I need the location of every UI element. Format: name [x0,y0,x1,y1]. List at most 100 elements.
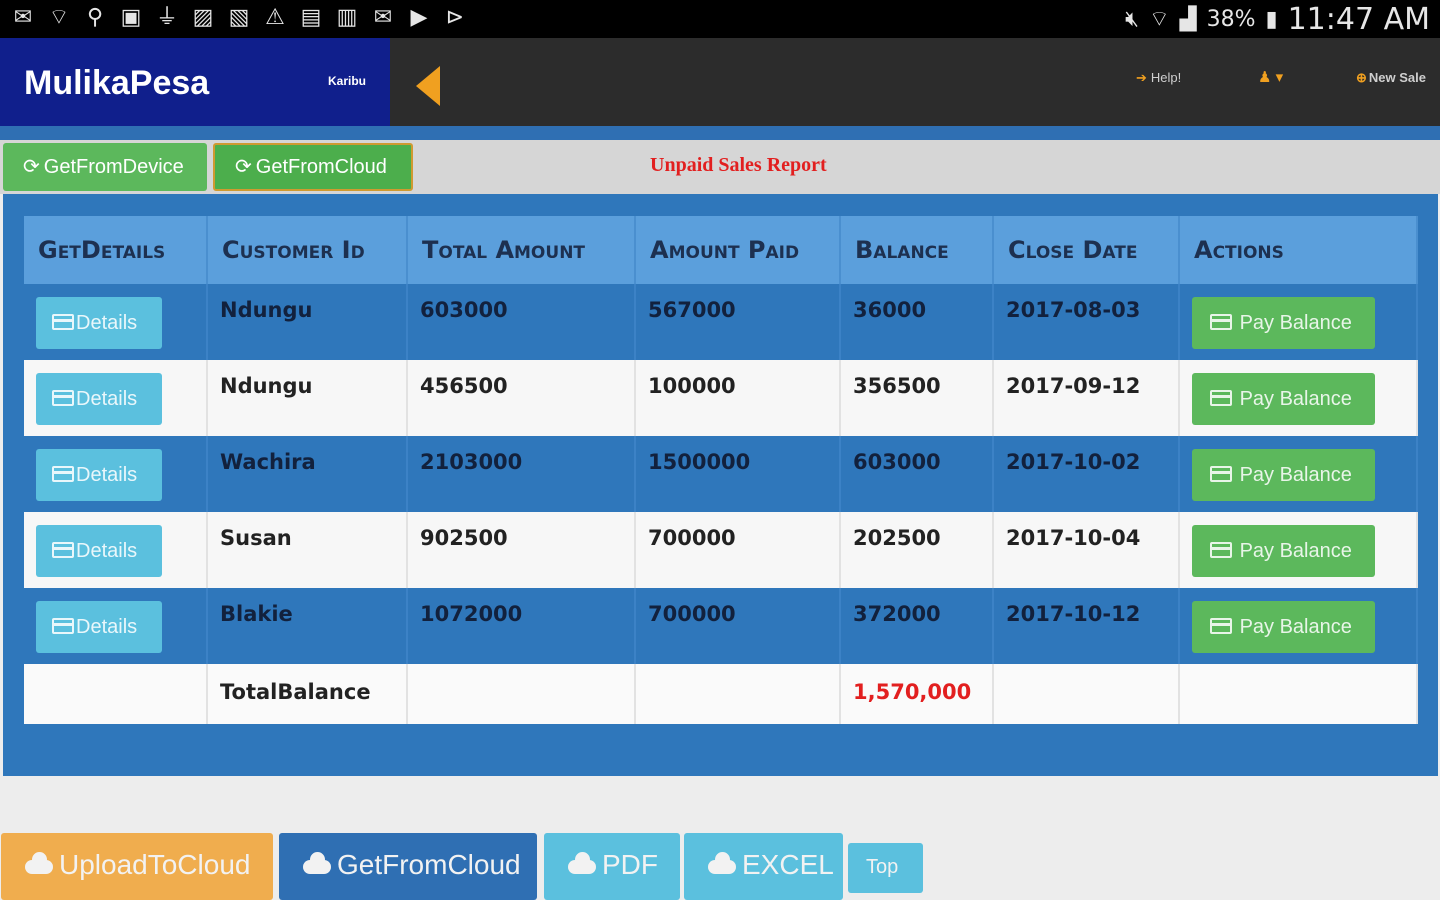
excel-button[interactable]: EXCEL [684,833,843,900]
credit-card-icon [52,314,74,330]
caret-down-icon: ▾ [1275,69,1284,86]
total-cell: 902500 [407,512,636,588]
total-row: TotalBalance 1,570,000 [24,664,1418,724]
details-cell: Details [24,360,208,436]
paid-cell: 700000 [635,588,841,664]
top-button[interactable]: Top [848,843,923,893]
sidebar-toggle-icon[interactable] [416,66,440,106]
cloud-download-icon [568,852,596,874]
details-button[interactable]: Details [36,601,162,653]
pay-balance-button[interactable]: Pay Balance [1192,525,1375,577]
empty-cell [407,664,636,724]
app-title[interactable]: MulikaPesa [24,64,209,103]
pay-balance-button[interactable]: Pay Balance [1192,297,1375,349]
greeting-text: Karibu [328,74,367,88]
user-menu[interactable]: ♟ ▾ [1258,68,1283,86]
pdf-button[interactable]: PDF [544,833,680,900]
table-row: Details Ndungu 456500 100000 356500 2017… [24,360,1418,436]
actions-cell: Pay Balance [1179,284,1418,360]
plus-circle-icon: ⊕ [1356,70,1367,85]
empty-cell [1179,664,1418,724]
pay-balance-label: Pay Balance [1239,312,1352,334]
total-cell: 603000 [407,284,636,360]
pay-balance-button[interactable]: Pay Balance [1192,601,1375,653]
balance-cell: 603000 [840,436,994,512]
close-date-cell: 2017-08-03 [993,284,1180,360]
close-date-cell: 2017-10-12 [993,588,1180,664]
pay-balance-label: Pay Balance [1239,540,1352,562]
details-button[interactable]: Details [36,449,162,501]
table-header-row: GetDetails Customer Id Total Amount Amou… [24,216,1418,284]
get-from-cloud-bottom-button[interactable]: GetFromCloud [279,833,537,900]
paid-cell: 700000 [635,512,841,588]
upload-to-cloud-button[interactable]: UploadToCloud [1,833,273,900]
top-navbar: ➔ Help! ♟ ▾ ⊕ New Sale [390,38,1440,126]
image-icon: ▨ [192,5,214,30]
cloud-download-icon [303,852,331,874]
unpaid-sales-table: GetDetails Customer Id Total Amount Amou… [24,216,1418,724]
play-store-icon: ⊳ [445,5,465,30]
wifi-icon: ⌔ [48,5,70,30]
credit-card-icon [52,542,74,558]
upload-label: UploadToCloud [59,849,251,880]
details-cell: Details [24,284,208,360]
credit-card-icon [1210,618,1232,634]
mute-icon: 🔇︎ [1125,6,1139,32]
paid-cell: 567000 [635,284,841,360]
cell-signal-icon: ▟ [1179,6,1197,32]
credit-card-icon [1210,542,1232,558]
get-from-cloud-button[interactable]: ⟳ GetFromCloud [213,143,413,191]
actions-cell: Pay Balance [1179,588,1418,664]
pdf-label: PDF [602,849,658,880]
get-from-device-button[interactable]: ⟳ GetFromDevice [3,143,207,191]
brand-bar: MulikaPesa Karibu [0,38,390,126]
usb-icon: ⏚ [155,5,178,30]
column-header: Balance [840,216,994,284]
user-icon: ♟ [1258,69,1272,86]
empty-cell [993,664,1180,724]
frame-strip [0,126,1440,140]
details-button[interactable]: Details [36,373,162,425]
notification-icons: ✉ ⌔ ⚲ ▣ ⏚ ▨ ▧ ⚠ ▤ ▥ ✉ ▶ ⊳ [10,4,468,32]
sign-in-icon: ➔ [1136,70,1147,85]
pay-balance-button[interactable]: Pay Balance [1192,373,1375,425]
new-sale-label: New Sale [1368,70,1426,85]
column-header: Total Amount [407,216,636,284]
column-header: Customer Id [207,216,408,284]
excel-label: EXCEL [742,849,834,880]
total-cell: 1072000 [407,588,636,664]
total-balance-value: 1,570,000 [840,664,994,724]
credit-card-icon [1210,314,1232,330]
details-cell: Details [24,436,208,512]
table-row: Details Blakie 1072000 700000 372000 201… [24,588,1418,664]
youtube-icon: ▣ [120,5,142,30]
details-label: Details [76,312,138,334]
system-status: 🔇︎ ⌔ ▟ 38% ▮ 11:47 AM [1125,0,1430,38]
get-from-cloud-bottom-label: GetFromCloud [337,849,521,880]
details-label: Details [76,464,138,486]
mail-icon: ✉ [13,5,33,30]
new-sale-link[interactable]: ⊕ New Sale [1356,70,1426,86]
details-button[interactable]: Details [36,297,162,349]
customer-cell: Wachira [207,436,408,512]
credit-card-icon [52,390,74,406]
balance-cell: 372000 [840,588,994,664]
help-link[interactable]: ➔ Help! [1136,70,1181,86]
help-label: Help! [1150,70,1182,85]
pay-balance-button[interactable]: Pay Balance [1192,449,1375,501]
report-toolbar: ⟳ GetFromDevice ⟳ GetFromCloud Unpaid Sale… [0,140,1440,194]
balance-cell: 36000 [840,284,994,360]
pay-balance-label: Pay Balance [1239,388,1352,410]
details-button[interactable]: Details [36,525,162,577]
get-from-cloud-label: GetFromCloud [255,156,387,178]
column-header: GetDetails [24,216,208,284]
get-from-device-label: GetFromDevice [43,156,184,178]
details-label: Details [76,388,138,410]
battery-icon: ▮ [1265,6,1278,32]
details-label: Details [76,540,138,562]
refresh-icon: ⟳ [235,156,252,178]
customer-cell: Blakie [207,588,408,664]
play-icon: ▶ [410,5,428,30]
credit-card-icon [52,618,74,634]
close-date-cell: 2017-10-04 [993,512,1180,588]
